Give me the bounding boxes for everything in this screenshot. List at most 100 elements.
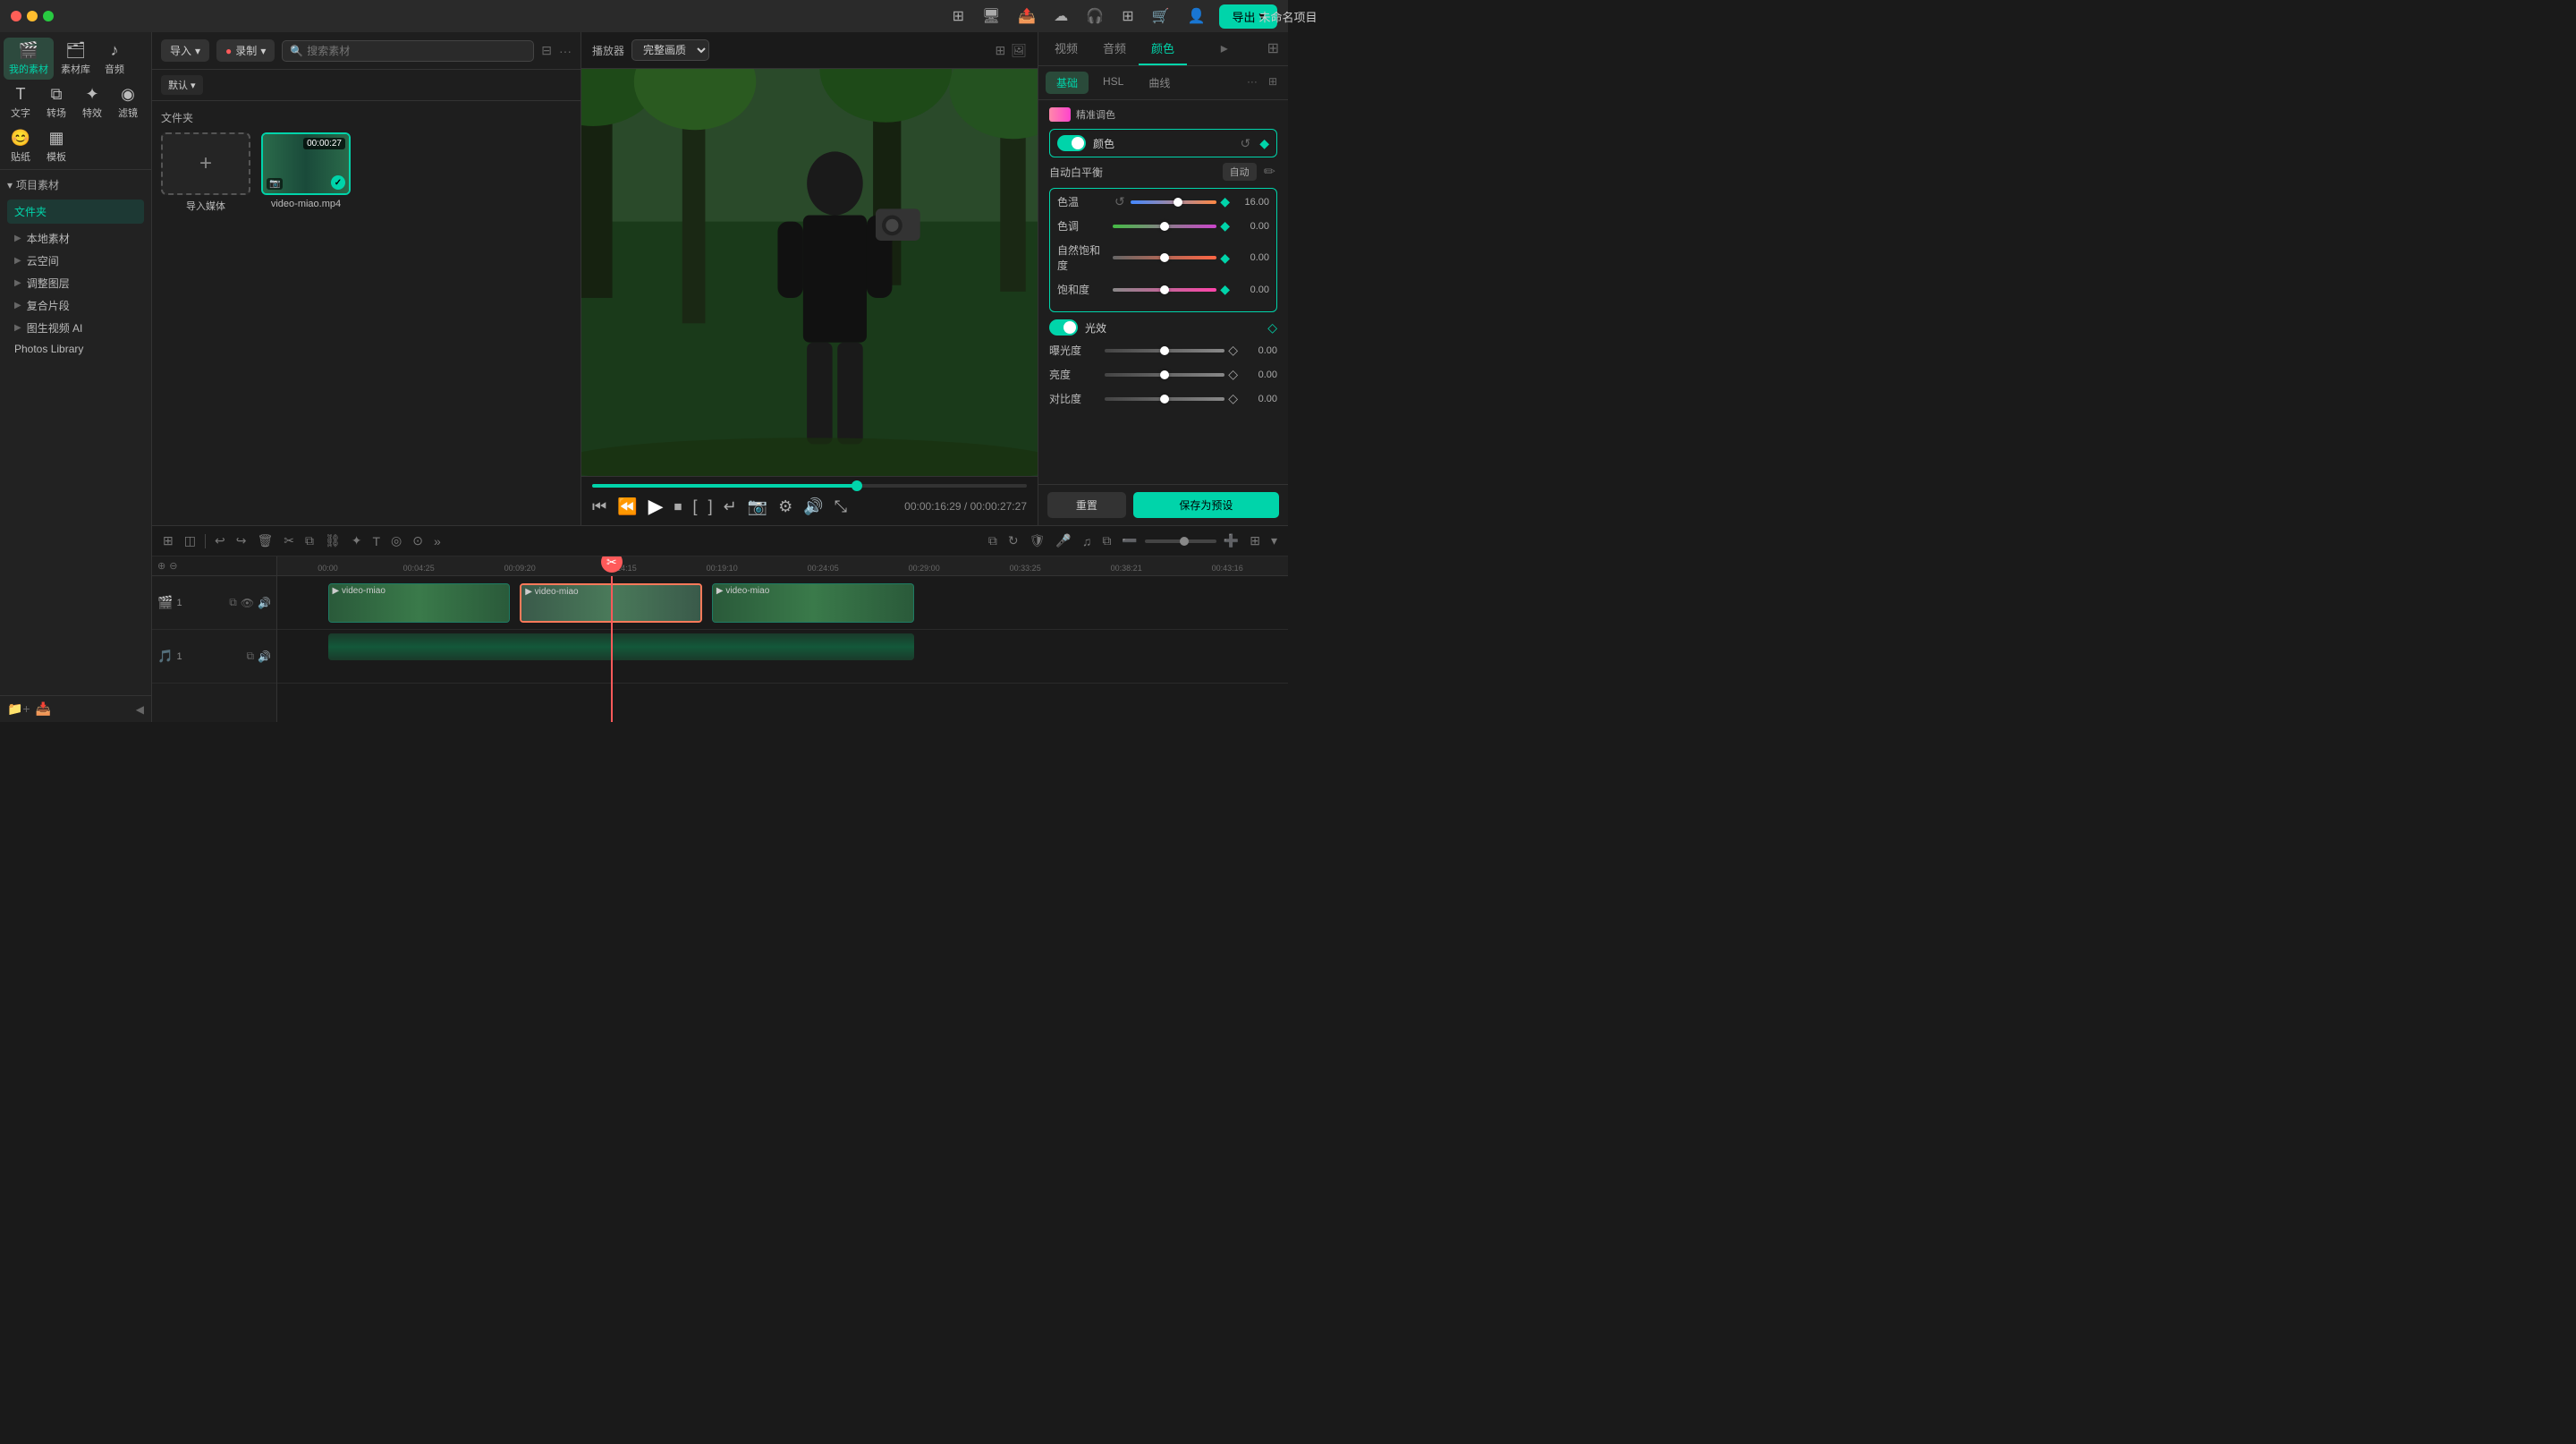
- contrast-slider-track[interactable]: [1105, 397, 1224, 401]
- icon-btn-3[interactable]: 📤: [1014, 5, 1039, 27]
- brightness-slider-track[interactable]: [1105, 373, 1224, 377]
- icon-btn-8[interactable]: 👤: [1184, 5, 1209, 27]
- icon-btn-5[interactable]: 🎧: [1082, 5, 1107, 27]
- audio-clip-1[interactable]: [328, 633, 914, 660]
- tab-video[interactable]: 视频: [1042, 32, 1090, 65]
- exposure-slider-handle[interactable]: [1160, 346, 1169, 355]
- tl-more-btn[interactable]: »: [430, 532, 445, 550]
- media-video-item[interactable]: 00:00:27 📷 ✓ video-miao.mp4: [261, 132, 351, 213]
- close-button[interactable]: [11, 11, 21, 21]
- mark-in-btn[interactable]: [: [693, 497, 698, 516]
- tab-audio[interactable]: 音频: [1090, 32, 1139, 65]
- import-button[interactable]: 导入 ▾: [161, 39, 209, 62]
- fullscreen-btn[interactable]: ⤡: [835, 497, 847, 516]
- maximize-button[interactable]: [43, 11, 54, 21]
- mark-out-btn[interactable]: ]: [708, 497, 713, 516]
- temp-slider-handle[interactable]: [1174, 198, 1182, 207]
- import-thumb[interactable]: +: [161, 132, 250, 195]
- nav-item-transition[interactable]: ⧉ 转场: [39, 81, 73, 123]
- tl-motion-btn[interactable]: ⊙: [409, 531, 427, 550]
- zoom-handle[interactable]: [1180, 537, 1189, 546]
- zoom-slider[interactable]: [1145, 539, 1216, 543]
- sidebar-item-photos[interactable]: Photos Library: [7, 339, 144, 359]
- temp-diamond-btn[interactable]: ◆: [1220, 194, 1230, 209]
- search-input[interactable]: [307, 45, 526, 57]
- sub-tab-curve[interactable]: 曲线: [1138, 72, 1181, 94]
- media-import-item[interactable]: + 导入媒体: [161, 132, 250, 213]
- tab-color[interactable]: 颜色: [1139, 32, 1187, 65]
- sub-tab-more[interactable]: ···: [1243, 72, 1261, 94]
- exposure-diamond-btn[interactable]: ◇: [1228, 343, 1238, 358]
- tl-cut-btn[interactable]: ✂: [280, 531, 298, 550]
- icon-btn-1[interactable]: ⊞: [949, 5, 968, 27]
- contrast-slider-handle[interactable]: [1160, 395, 1169, 403]
- light-diamond-btn[interactable]: ◇: [1267, 320, 1277, 336]
- track-video-snap-btn[interactable]: ⧉: [229, 596, 237, 609]
- tl-delete-btn[interactable]: 🗑: [253, 531, 276, 550]
- temp-slider-track[interactable]: [1131, 200, 1216, 204]
- nav-item-material-lib[interactable]: 🗂 素材库: [55, 38, 96, 80]
- progress-handle[interactable]: [852, 480, 862, 491]
- add-track-btn[interactable]: ⊕: [157, 560, 165, 572]
- tl-shield-btn[interactable]: 🛡: [1026, 531, 1049, 550]
- tl-layout-btn[interactable]: ⊞: [159, 531, 177, 550]
- sidebar-item-cloud[interactable]: ▶ 云空间: [7, 250, 144, 272]
- filter-icon-btn[interactable]: ⊟: [541, 43, 552, 58]
- track-video-mute-btn[interactable]: 🔊: [258, 596, 271, 609]
- saturation-slider-handle[interactable]: [1160, 285, 1169, 294]
- auto-wb-btn[interactable]: 自动: [1223, 163, 1257, 181]
- tl-zoom-out[interactable]: ➖: [1118, 531, 1140, 550]
- quality-selector[interactable]: 完整画质: [631, 39, 709, 61]
- track-audio-snap-btn[interactable]: ⧉: [246, 650, 254, 663]
- step-back-btn[interactable]: ⏪: [617, 497, 637, 516]
- brightness-slider-handle[interactable]: [1160, 370, 1169, 379]
- tint-slider-track[interactable]: [1113, 225, 1216, 228]
- tl-pip-btn[interactable]: ⧉: [1098, 531, 1114, 550]
- record-button[interactable]: ● 录制 ▾: [216, 39, 275, 62]
- sidebar-item-local[interactable]: ▶ 本地素材: [7, 227, 144, 250]
- track-audio-mute-btn[interactable]: 🔊: [258, 650, 271, 663]
- tl-mic-btn[interactable]: 🎤: [1052, 531, 1074, 550]
- timeline-content[interactable]: 00:00 00:04:25 00:09:20 00:14:15 00:19:1…: [277, 556, 1288, 722]
- tl-settings[interactable]: ▾: [1267, 531, 1281, 550]
- playhead[interactable]: ✂: [611, 576, 613, 722]
- tl-undo-btn[interactable]: ↩: [211, 531, 229, 550]
- contrast-diamond-btn[interactable]: ◇: [1228, 391, 1238, 406]
- sub-tab-expand[interactable]: ⊞: [1265, 72, 1281, 94]
- snapshot-btn[interactable]: 📷: [748, 497, 767, 516]
- tl-magnet-btn[interactable]: ◫: [181, 531, 199, 550]
- skip-back-btn[interactable]: ⏮: [592, 497, 606, 516]
- tl-link-btn[interactable]: ⛓: [321, 531, 344, 550]
- color-diamond-btn[interactable]: ◆: [1259, 136, 1269, 151]
- sub-tab-hsl[interactable]: HSL: [1092, 72, 1134, 94]
- tl-clip-btn[interactable]: ⧉: [985, 531, 1001, 550]
- tab-grid[interactable]: ⊞: [1262, 32, 1284, 65]
- saturation-diamond-btn[interactable]: ◆: [1220, 282, 1230, 297]
- sidebar-item-adjustment[interactable]: ▶ 调整图层: [7, 272, 144, 294]
- tl-effects-btn[interactable]: ✦: [348, 531, 366, 550]
- icon-btn-2[interactable]: 🖥: [979, 5, 1004, 27]
- tl-music-btn[interactable]: ♫: [1079, 532, 1096, 550]
- play-btn[interactable]: ▶: [648, 495, 664, 518]
- track-video-lock-btn[interactable]: 👁: [241, 596, 254, 609]
- remove-track-btn[interactable]: ⊖: [169, 560, 177, 572]
- save-preset-button[interactable]: 保存为预设: [1133, 492, 1279, 518]
- add-folder-btn[interactable]: 📁+: [7, 701, 30, 717]
- saturation-slider-track[interactable]: [1113, 288, 1216, 292]
- exposure-slider-track[interactable]: [1105, 349, 1224, 353]
- color-reset-btn[interactable]: ↺: [1238, 136, 1252, 151]
- tl-text-btn[interactable]: T: [369, 532, 384, 550]
- video-thumb[interactable]: 00:00:27 📷 ✓: [261, 132, 351, 195]
- vibrance-diamond-btn[interactable]: ◆: [1220, 251, 1230, 266]
- folder-section[interactable]: 文件夹: [7, 200, 144, 224]
- icon-btn-6[interactable]: ⊞: [1118, 5, 1137, 27]
- nav-item-filters[interactable]: ◉ 滤镜: [111, 81, 145, 123]
- collapse-sidebar-btn[interactable]: ◀: [136, 703, 144, 716]
- nav-item-text[interactable]: T 文字: [4, 81, 38, 123]
- nav-item-sticker[interactable]: 😊 贴纸: [4, 125, 38, 167]
- sub-tab-basic[interactable]: 基础: [1046, 72, 1089, 94]
- vibrance-slider-track[interactable]: [1113, 256, 1216, 259]
- tl-crop-btn[interactable]: ⧉: [301, 531, 318, 550]
- video-clip-1[interactable]: ▶ video-miao: [328, 583, 510, 623]
- more-options-btn[interactable]: ···: [559, 44, 572, 58]
